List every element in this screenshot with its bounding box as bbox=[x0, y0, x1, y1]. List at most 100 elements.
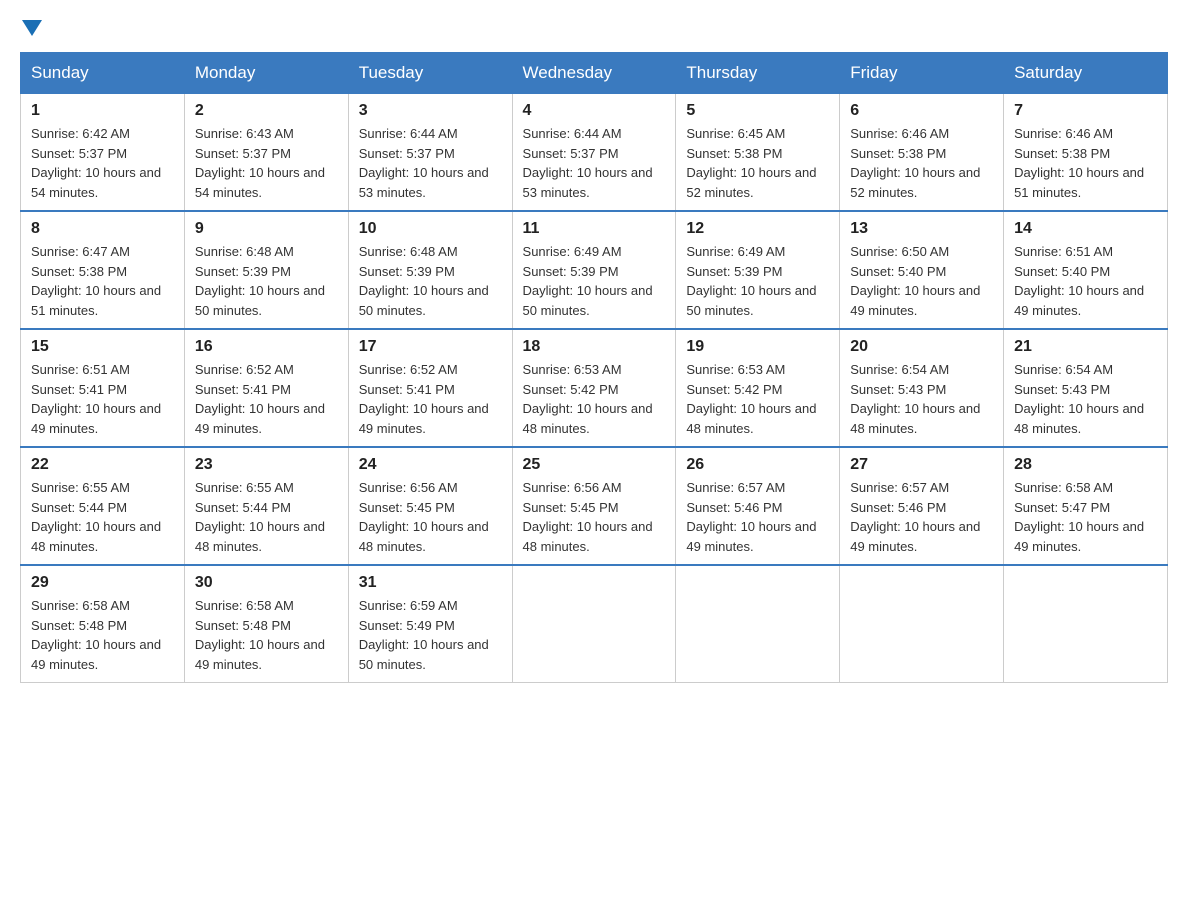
calendar-header-monday: Monday bbox=[184, 53, 348, 94]
calendar-cell: 15 Sunrise: 6:51 AMSunset: 5:41 PMDaylig… bbox=[21, 329, 185, 447]
calendar-week-row: 1 Sunrise: 6:42 AMSunset: 5:37 PMDayligh… bbox=[21, 94, 1168, 212]
calendar-cell bbox=[512, 565, 676, 683]
day-number: 29 bbox=[31, 574, 174, 592]
calendar-cell: 31 Sunrise: 6:59 AMSunset: 5:49 PMDaylig… bbox=[348, 565, 512, 683]
calendar-cell: 23 Sunrise: 6:55 AMSunset: 5:44 PMDaylig… bbox=[184, 447, 348, 565]
day-info: Sunrise: 6:58 AMSunset: 5:47 PMDaylight:… bbox=[1014, 480, 1144, 554]
calendar-cell bbox=[840, 565, 1004, 683]
calendar-cell: 12 Sunrise: 6:49 AMSunset: 5:39 PMDaylig… bbox=[676, 211, 840, 329]
day-info: Sunrise: 6:56 AMSunset: 5:45 PMDaylight:… bbox=[359, 480, 489, 554]
calendar-cell: 1 Sunrise: 6:42 AMSunset: 5:37 PMDayligh… bbox=[21, 94, 185, 212]
logo bbox=[20, 20, 42, 36]
calendar-cell: 2 Sunrise: 6:43 AMSunset: 5:37 PMDayligh… bbox=[184, 94, 348, 212]
calendar-cell: 10 Sunrise: 6:48 AMSunset: 5:39 PMDaylig… bbox=[348, 211, 512, 329]
day-number: 8 bbox=[31, 220, 174, 238]
day-number: 18 bbox=[523, 338, 666, 356]
calendar-week-row: 15 Sunrise: 6:51 AMSunset: 5:41 PMDaylig… bbox=[21, 329, 1168, 447]
day-number: 14 bbox=[1014, 220, 1157, 238]
day-info: Sunrise: 6:53 AMSunset: 5:42 PMDaylight:… bbox=[686, 362, 816, 436]
day-info: Sunrise: 6:57 AMSunset: 5:46 PMDaylight:… bbox=[686, 480, 816, 554]
day-info: Sunrise: 6:49 AMSunset: 5:39 PMDaylight:… bbox=[686, 244, 816, 318]
day-number: 26 bbox=[686, 456, 829, 474]
day-number: 7 bbox=[1014, 102, 1157, 120]
day-info: Sunrise: 6:43 AMSunset: 5:37 PMDaylight:… bbox=[195, 126, 325, 200]
day-number: 25 bbox=[523, 456, 666, 474]
calendar-cell: 14 Sunrise: 6:51 AMSunset: 5:40 PMDaylig… bbox=[1004, 211, 1168, 329]
calendar-week-row: 29 Sunrise: 6:58 AMSunset: 5:48 PMDaylig… bbox=[21, 565, 1168, 683]
calendar-cell: 8 Sunrise: 6:47 AMSunset: 5:38 PMDayligh… bbox=[21, 211, 185, 329]
day-info: Sunrise: 6:54 AMSunset: 5:43 PMDaylight:… bbox=[1014, 362, 1144, 436]
day-number: 10 bbox=[359, 220, 502, 238]
day-number: 1 bbox=[31, 102, 174, 120]
calendar-cell: 4 Sunrise: 6:44 AMSunset: 5:37 PMDayligh… bbox=[512, 94, 676, 212]
calendar-week-row: 8 Sunrise: 6:47 AMSunset: 5:38 PMDayligh… bbox=[21, 211, 1168, 329]
day-info: Sunrise: 6:50 AMSunset: 5:40 PMDaylight:… bbox=[850, 244, 980, 318]
day-number: 16 bbox=[195, 338, 338, 356]
day-info: Sunrise: 6:55 AMSunset: 5:44 PMDaylight:… bbox=[195, 480, 325, 554]
calendar-header-sunday: Sunday bbox=[21, 53, 185, 94]
day-number: 17 bbox=[359, 338, 502, 356]
calendar-cell: 30 Sunrise: 6:58 AMSunset: 5:48 PMDaylig… bbox=[184, 565, 348, 683]
day-number: 6 bbox=[850, 102, 993, 120]
day-info: Sunrise: 6:46 AMSunset: 5:38 PMDaylight:… bbox=[850, 126, 980, 200]
calendar-header-wednesday: Wednesday bbox=[512, 53, 676, 94]
calendar-cell: 28 Sunrise: 6:58 AMSunset: 5:47 PMDaylig… bbox=[1004, 447, 1168, 565]
day-info: Sunrise: 6:55 AMSunset: 5:44 PMDaylight:… bbox=[31, 480, 161, 554]
calendar-cell: 18 Sunrise: 6:53 AMSunset: 5:42 PMDaylig… bbox=[512, 329, 676, 447]
day-number: 2 bbox=[195, 102, 338, 120]
day-info: Sunrise: 6:45 AMSunset: 5:38 PMDaylight:… bbox=[686, 126, 816, 200]
day-number: 22 bbox=[31, 456, 174, 474]
calendar-header-thursday: Thursday bbox=[676, 53, 840, 94]
day-info: Sunrise: 6:58 AMSunset: 5:48 PMDaylight:… bbox=[195, 598, 325, 672]
calendar-cell: 25 Sunrise: 6:56 AMSunset: 5:45 PMDaylig… bbox=[512, 447, 676, 565]
calendar-cell: 13 Sunrise: 6:50 AMSunset: 5:40 PMDaylig… bbox=[840, 211, 1004, 329]
day-number: 21 bbox=[1014, 338, 1157, 356]
calendar-cell: 22 Sunrise: 6:55 AMSunset: 5:44 PMDaylig… bbox=[21, 447, 185, 565]
day-number: 31 bbox=[359, 574, 502, 592]
calendar-cell: 27 Sunrise: 6:57 AMSunset: 5:46 PMDaylig… bbox=[840, 447, 1004, 565]
logo-triangle-icon bbox=[22, 20, 42, 36]
calendar-cell: 3 Sunrise: 6:44 AMSunset: 5:37 PMDayligh… bbox=[348, 94, 512, 212]
day-number: 19 bbox=[686, 338, 829, 356]
calendar-cell: 19 Sunrise: 6:53 AMSunset: 5:42 PMDaylig… bbox=[676, 329, 840, 447]
day-info: Sunrise: 6:47 AMSunset: 5:38 PMDaylight:… bbox=[31, 244, 161, 318]
day-info: Sunrise: 6:44 AMSunset: 5:37 PMDaylight:… bbox=[523, 126, 653, 200]
day-info: Sunrise: 6:56 AMSunset: 5:45 PMDaylight:… bbox=[523, 480, 653, 554]
day-info: Sunrise: 6:53 AMSunset: 5:42 PMDaylight:… bbox=[523, 362, 653, 436]
day-info: Sunrise: 6:48 AMSunset: 5:39 PMDaylight:… bbox=[195, 244, 325, 318]
calendar-cell: 16 Sunrise: 6:52 AMSunset: 5:41 PMDaylig… bbox=[184, 329, 348, 447]
day-number: 5 bbox=[686, 102, 829, 120]
day-info: Sunrise: 6:51 AMSunset: 5:41 PMDaylight:… bbox=[31, 362, 161, 436]
calendar-cell: 7 Sunrise: 6:46 AMSunset: 5:38 PMDayligh… bbox=[1004, 94, 1168, 212]
calendar-cell: 20 Sunrise: 6:54 AMSunset: 5:43 PMDaylig… bbox=[840, 329, 1004, 447]
calendar-table: SundayMondayTuesdayWednesdayThursdayFrid… bbox=[20, 52, 1168, 683]
calendar-cell bbox=[1004, 565, 1168, 683]
day-number: 30 bbox=[195, 574, 338, 592]
day-number: 4 bbox=[523, 102, 666, 120]
day-info: Sunrise: 6:58 AMSunset: 5:48 PMDaylight:… bbox=[31, 598, 161, 672]
day-info: Sunrise: 6:49 AMSunset: 5:39 PMDaylight:… bbox=[523, 244, 653, 318]
day-number: 24 bbox=[359, 456, 502, 474]
calendar-cell: 11 Sunrise: 6:49 AMSunset: 5:39 PMDaylig… bbox=[512, 211, 676, 329]
calendar-cell: 21 Sunrise: 6:54 AMSunset: 5:43 PMDaylig… bbox=[1004, 329, 1168, 447]
page-header bbox=[20, 20, 1168, 36]
day-info: Sunrise: 6:57 AMSunset: 5:46 PMDaylight:… bbox=[850, 480, 980, 554]
day-info: Sunrise: 6:44 AMSunset: 5:37 PMDaylight:… bbox=[359, 126, 489, 200]
calendar-cell: 6 Sunrise: 6:46 AMSunset: 5:38 PMDayligh… bbox=[840, 94, 1004, 212]
calendar-cell: 26 Sunrise: 6:57 AMSunset: 5:46 PMDaylig… bbox=[676, 447, 840, 565]
day-number: 20 bbox=[850, 338, 993, 356]
calendar-header-saturday: Saturday bbox=[1004, 53, 1168, 94]
day-info: Sunrise: 6:42 AMSunset: 5:37 PMDaylight:… bbox=[31, 126, 161, 200]
calendar-header-row: SundayMondayTuesdayWednesdayThursdayFrid… bbox=[21, 53, 1168, 94]
day-number: 27 bbox=[850, 456, 993, 474]
day-number: 28 bbox=[1014, 456, 1157, 474]
day-info: Sunrise: 6:54 AMSunset: 5:43 PMDaylight:… bbox=[850, 362, 980, 436]
calendar-cell: 5 Sunrise: 6:45 AMSunset: 5:38 PMDayligh… bbox=[676, 94, 840, 212]
day-info: Sunrise: 6:52 AMSunset: 5:41 PMDaylight:… bbox=[359, 362, 489, 436]
calendar-week-row: 22 Sunrise: 6:55 AMSunset: 5:44 PMDaylig… bbox=[21, 447, 1168, 565]
day-number: 12 bbox=[686, 220, 829, 238]
calendar-header-friday: Friday bbox=[840, 53, 1004, 94]
calendar-cell: 29 Sunrise: 6:58 AMSunset: 5:48 PMDaylig… bbox=[21, 565, 185, 683]
day-number: 23 bbox=[195, 456, 338, 474]
day-info: Sunrise: 6:51 AMSunset: 5:40 PMDaylight:… bbox=[1014, 244, 1144, 318]
